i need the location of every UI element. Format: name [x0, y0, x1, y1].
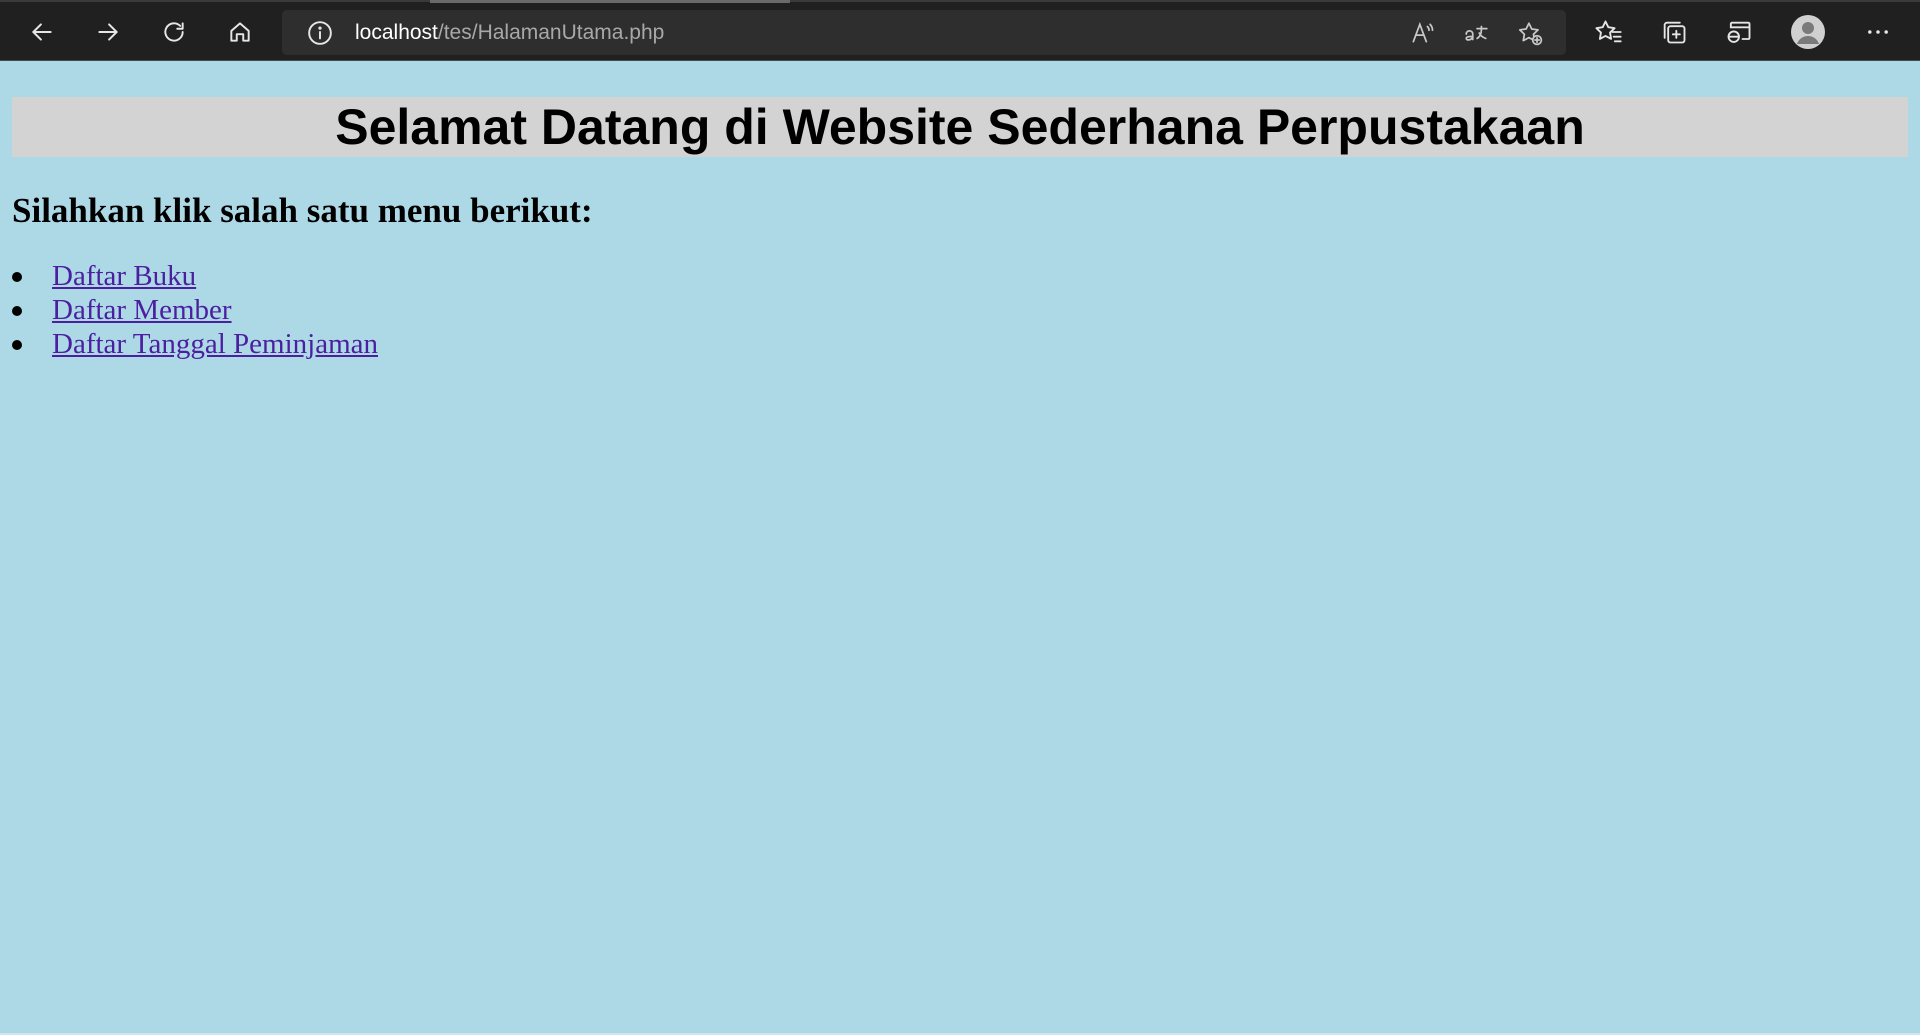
- daftar-tanggal-peminjaman-link[interactable]: Daftar Tanggal Peminjaman: [52, 328, 378, 360]
- home-icon: [230, 22, 250, 42]
- info-icon: [308, 21, 332, 45]
- refresh-icon: [164, 22, 184, 42]
- profile-button[interactable]: [1787, 11, 1829, 53]
- page-content: Selamat Datang di Website Sederhana Perp…: [0, 61, 1920, 1035]
- collections-icon: [1663, 21, 1686, 44]
- ie-mode-button[interactable]: [1718, 11, 1760, 53]
- url-host: localhost: [355, 21, 438, 44]
- favorites-button[interactable]: [1588, 11, 1630, 53]
- read-aloud-icon: [1412, 21, 1434, 43]
- url-text[interactable]: localhost/tes/HalamanUtama.php: [355, 21, 664, 45]
- home-button[interactable]: [218, 10, 262, 54]
- forward-arrow-icon: [98, 23, 118, 41]
- menu-instruction: Silahkan klik salah satu menu berikut:: [12, 191, 593, 230]
- forward-button[interactable]: [86, 10, 130, 54]
- profile-avatar-icon: [1791, 15, 1825, 49]
- menu-item-daftar-member: Daftar Member: [12, 293, 378, 327]
- more-menu-icon: [1868, 30, 1888, 34]
- read-aloud-button[interactable]: [1406, 17, 1438, 49]
- bullet-icon: [12, 340, 22, 350]
- add-favorite-button[interactable]: [1514, 17, 1546, 49]
- more-menu-button[interactable]: [1857, 11, 1899, 53]
- favorites-icon: [1595, 20, 1622, 43]
- translate-icon: [1465, 25, 1488, 41]
- site-info-button[interactable]: [306, 19, 334, 47]
- bullet-icon: [12, 306, 22, 316]
- daftar-member-link[interactable]: Daftar Member: [52, 294, 232, 326]
- add-favorite-icon: [1518, 22, 1543, 46]
- refresh-button[interactable]: [152, 10, 196, 54]
- back-button[interactable]: [20, 10, 64, 54]
- bullet-icon: [12, 272, 22, 282]
- menu-item-daftar-buku: Daftar Buku: [12, 259, 378, 293]
- ie-mode-icon: [1727, 21, 1751, 43]
- menu-list: Daftar Buku Daftar Member Daftar Tanggal…: [12, 259, 378, 361]
- collections-button[interactable]: [1653, 11, 1695, 53]
- page-title: Selamat Datang di Website Sederhana Perp…: [12, 97, 1908, 157]
- active-tab-indicator: [430, 0, 790, 3]
- browser-toolbar: localhost/tes/HalamanUtama.php: [0, 0, 1920, 61]
- back-arrow-icon: [32, 23, 52, 41]
- translate-button[interactable]: [1460, 17, 1492, 49]
- daftar-buku-link[interactable]: Daftar Buku: [52, 260, 196, 292]
- menu-item-daftar-tanggal-peminjaman: Daftar Tanggal Peminjaman: [12, 327, 378, 361]
- address-bar[interactable]: localhost/tes/HalamanUtama.php: [282, 10, 1566, 55]
- url-path: /tes/HalamanUtama.php: [437, 21, 665, 44]
